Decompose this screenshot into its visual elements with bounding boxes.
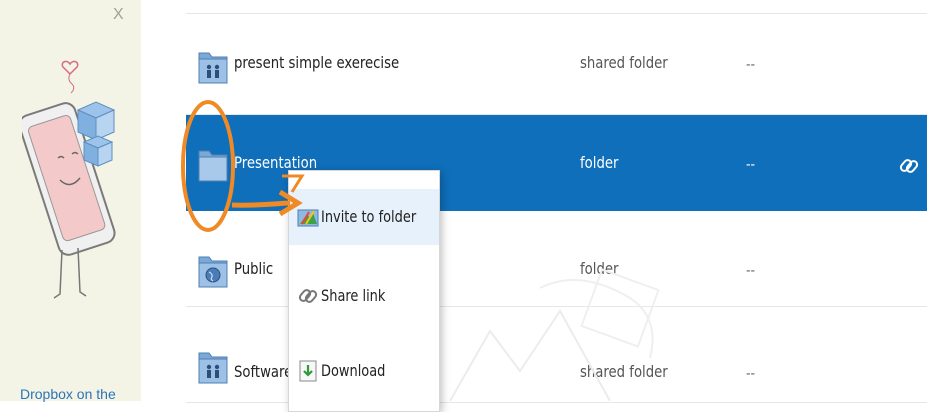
list-top-divider xyxy=(186,13,927,14)
promo-panel: X Dropbox on the xyxy=(0,0,141,402)
menu-item-download[interactable]: Download xyxy=(289,343,439,399)
menu-item-share-link[interactable]: Share link xyxy=(289,268,439,324)
menu-item-invite-to-folder[interactable]: Invite to folder xyxy=(289,189,439,245)
file-kind: shared folder xyxy=(580,53,668,72)
file-kind: folder xyxy=(580,153,619,172)
download-icon xyxy=(299,360,317,382)
promo-close-button[interactable]: X xyxy=(113,6,124,24)
shared-folder-icon xyxy=(198,352,228,384)
file-modified: -- xyxy=(746,157,756,173)
dropbox-mascot-illustration xyxy=(22,60,116,299)
context-menu: Invite to folder Share link Download xyxy=(288,170,440,412)
file-modified: -- xyxy=(746,263,756,279)
menu-item-label: Invite to folder xyxy=(321,207,417,226)
share-link-icon[interactable] xyxy=(898,155,920,177)
file-modified: -- xyxy=(746,57,756,73)
folder-icon xyxy=(198,150,228,182)
file-name[interactable]: Public xyxy=(234,259,273,278)
promo-caption[interactable]: Dropbox on the xyxy=(20,386,116,402)
file-modified: -- xyxy=(746,366,756,382)
file-row-present-simple-exerecise[interactable]: present simple exerecise shared folder -… xyxy=(186,19,927,115)
public-folder-icon xyxy=(198,256,228,288)
link-icon xyxy=(298,289,318,303)
shared-folder-icon xyxy=(198,52,228,84)
file-name[interactable]: present simple exerecise xyxy=(234,53,399,72)
watermark-illustration xyxy=(449,268,660,401)
menu-item-label: Download xyxy=(321,361,386,380)
menu-item-label: Share link xyxy=(321,286,386,305)
invite-icon xyxy=(297,209,319,227)
